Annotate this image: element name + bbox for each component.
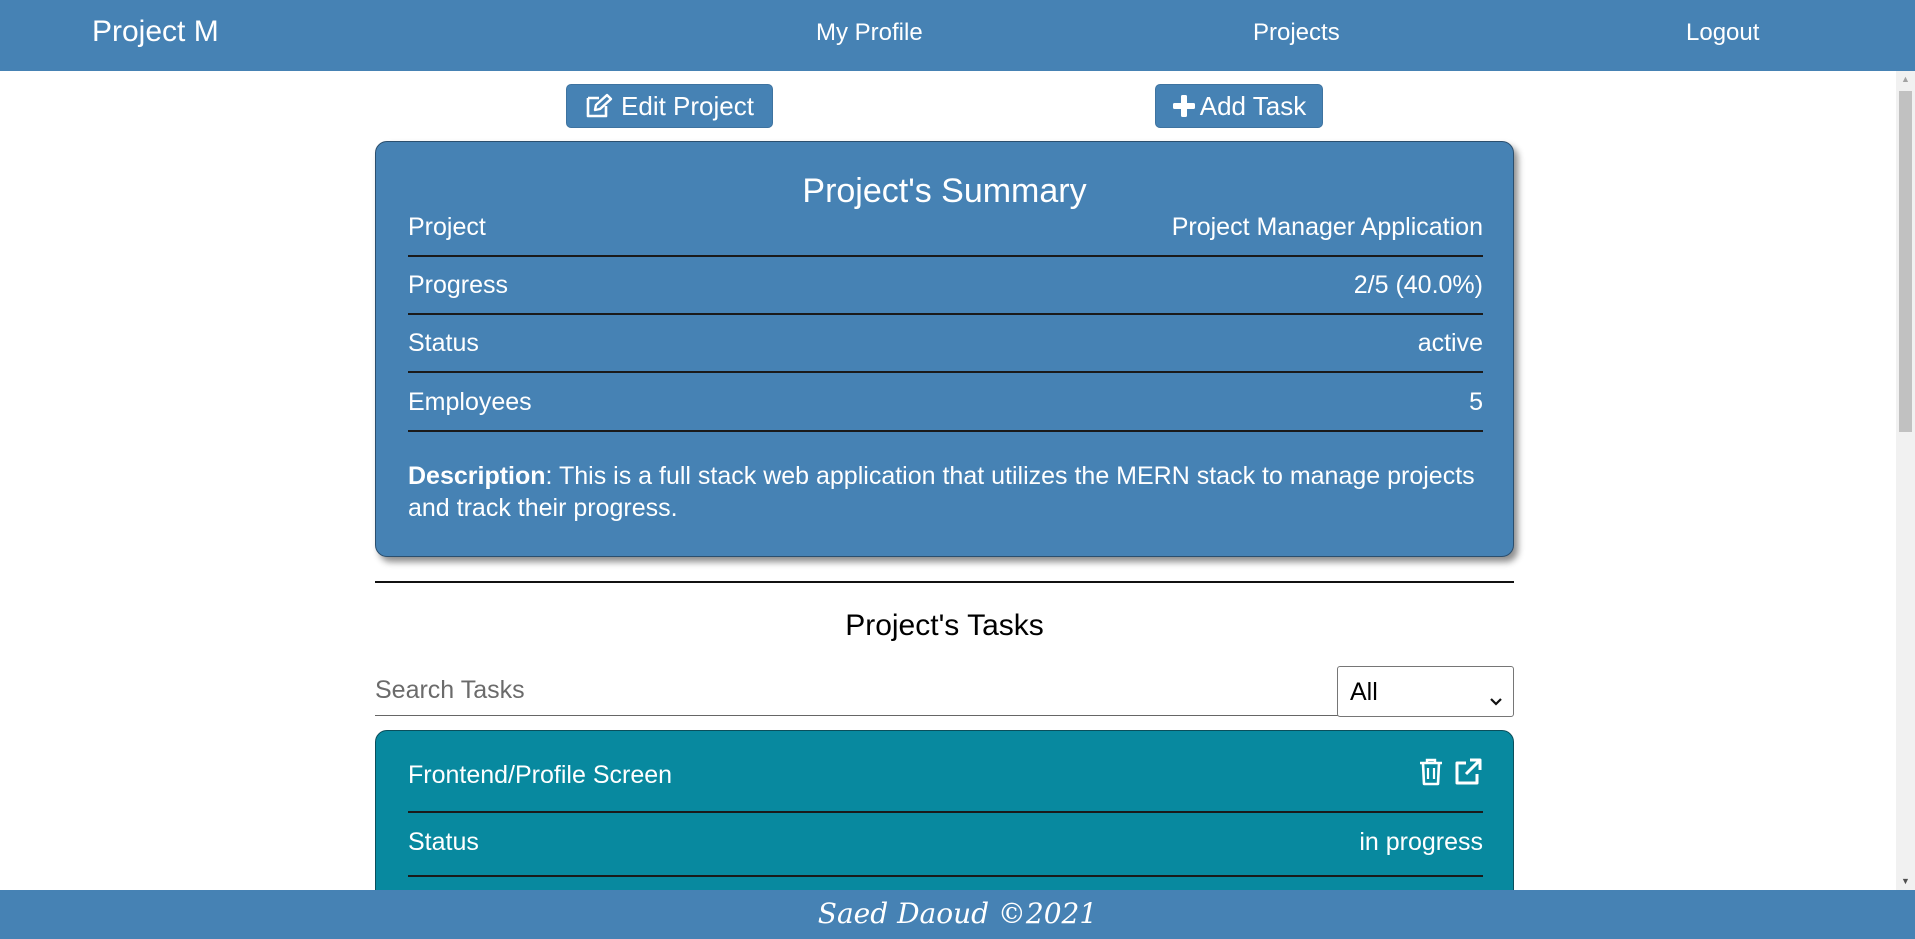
summary-row-progress: Progress 2/5 (40.0%)	[408, 257, 1483, 315]
summary-value: active	[1417, 329, 1483, 357]
scroll-up-arrow[interactable]: ▲	[1896, 71, 1915, 88]
task-title: Frontend/Profile Screen	[408, 761, 673, 789]
summary-value: 5	[1469, 388, 1483, 416]
scrollbar-thumb[interactable]	[1899, 91, 1912, 432]
description-text: : This is a full stack web application t…	[408, 462, 1475, 522]
summary-label: Employees	[408, 388, 532, 416]
tasks-heading: Project's Tasks	[845, 609, 1044, 642]
summary-label: Project	[408, 213, 486, 241]
footer-text: Saed Daoud ©2021	[817, 897, 1098, 930]
brand-link[interactable]: Project M	[92, 15, 219, 49]
summary-row-status: Status active	[408, 315, 1483, 373]
task-status-value: in progress	[1359, 828, 1483, 856]
scroll-down-arrow[interactable]: ▼	[1896, 873, 1915, 890]
top-navbar: Project M My Profile Projects Logout	[0, 0, 1915, 71]
project-summary-card: Project's Summary Project Project Manage…	[375, 141, 1514, 557]
add-task-button[interactable]: Add Task	[1155, 84, 1323, 128]
trash-icon[interactable]	[1419, 758, 1443, 791]
task-actions	[1419, 758, 1482, 791]
summary-value: Project Manager Application	[1171, 213, 1483, 241]
plus-icon	[1172, 94, 1196, 118]
description-label: Description	[408, 462, 546, 490]
summary-value: 2/5 (40.0%)	[1353, 271, 1483, 299]
summary-label: Status	[408, 329, 479, 357]
section-divider	[375, 581, 1514, 583]
task-status-label: Status	[408, 828, 479, 856]
external-link-icon[interactable]	[1454, 758, 1482, 791]
edit-project-label: Edit Project	[621, 90, 754, 121]
footer: Saed Daoud ©2021	[0, 890, 1915, 939]
project-description: Description: This is a full stack web ap…	[408, 460, 1483, 524]
vertical-scrollbar[interactable]: ▲ ▼	[1896, 71, 1915, 890]
nav-projects[interactable]: Projects	[1253, 19, 1340, 47]
add-task-label: Add Task	[1199, 90, 1307, 121]
task-card: Frontend/Profile Screen Status in progre…	[375, 730, 1514, 890]
task-row-status: Status in progress	[408, 813, 1483, 877]
chevron-down-icon	[1489, 685, 1503, 714]
nav-my-profile[interactable]: My Profile	[816, 19, 923, 47]
filter-selected-value: All	[1350, 678, 1378, 706]
edit-project-button[interactable]: Edit Project	[566, 84, 773, 128]
edit-icon	[585, 93, 613, 119]
summary-label: Progress	[408, 271, 509, 299]
summary-row-project: Project Project Manager Application	[408, 199, 1483, 257]
summary-row-employees: Employees 5	[408, 374, 1483, 432]
main-content: Edit Project Add Task Project's Summary …	[0, 71, 1896, 890]
task-filter-select[interactable]: All	[1337, 666, 1514, 717]
search-tasks-input[interactable]	[375, 666, 1338, 716]
nav-logout[interactable]: Logout	[1686, 19, 1759, 47]
